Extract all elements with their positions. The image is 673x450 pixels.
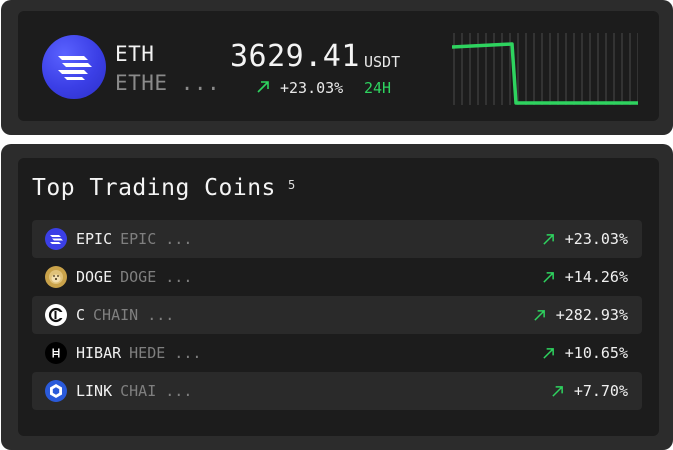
chainlink-icon [45, 380, 67, 402]
epic-stack-icon [42, 35, 106, 99]
trend-up-arrow-icon [552, 385, 563, 397]
coin-name: HEDE ... [129, 344, 202, 362]
featured-coin-unit: USDT [364, 53, 401, 71]
featured-coin-price: 3629.41 [230, 39, 360, 74]
coin-symbol: C [76, 306, 86, 324]
coin-symbol: EPIC [76, 230, 113, 248]
coin-row-hibar[interactable]: HIBAR HEDE ... +10.65% [32, 334, 642, 372]
top-trading-coins-card: Top Trading Coins 5 EPIC EPIC ... +23.03… [1, 144, 673, 450]
coin-change: +23.03% [564, 230, 628, 248]
hedera-icon [45, 342, 67, 364]
list-title: Top Trading Coins [32, 175, 276, 201]
doge-icon [45, 266, 67, 288]
coin-row-epic[interactable]: EPIC EPIC ... +23.03% [32, 220, 642, 258]
trend-up-arrow-icon [543, 233, 554, 245]
list-count-badge: 5 [288, 178, 296, 192]
featured-coin-name: ETHE ... [115, 71, 221, 95]
top-trading-coins-panel: Top Trading Coins 5 EPIC EPIC ... +23.03… [18, 158, 659, 436]
featured-coin-period[interactable]: 24H [364, 79, 391, 97]
coin-list: EPIC EPIC ... +23.03% DOGE DOGE ... +14.… [32, 220, 642, 410]
coin-symbol: LINK [76, 382, 113, 400]
coin-change: +282.93% [555, 306, 628, 324]
coin-name: CHAIN ... [93, 306, 175, 324]
trend-up-arrow-icon [543, 271, 554, 283]
coin-symbol: DOGE [76, 268, 113, 286]
coin-row-chain[interactable]: C CHAIN ... +282.93% [32, 296, 642, 334]
trend-up-arrow-icon [257, 81, 269, 93]
featured-coin-panel: ETH ETHE ... 3629.41 USDT +23.03% 24H [18, 11, 659, 121]
coin-row-doge[interactable]: DOGE DOGE ... +14.26% [32, 258, 642, 296]
featured-coin-card[interactable]: ETH ETHE ... 3629.41 USDT +23.03% 24H [1, 0, 673, 135]
chain-icon [45, 304, 67, 326]
coin-name: EPIC ... [120, 230, 193, 248]
featured-coin-change: +23.03% [280, 79, 344, 97]
coin-symbol: HIBAR [76, 344, 122, 362]
epic-icon [45, 228, 67, 250]
coin-name: DOGE ... [120, 268, 193, 286]
coin-change: +7.70% [573, 382, 628, 400]
trend-up-arrow-icon [534, 309, 545, 321]
coin-change: +10.65% [564, 344, 628, 362]
price-sparkline [452, 33, 638, 105]
trend-up-arrow-icon [543, 347, 554, 359]
coin-change: +14.26% [564, 268, 628, 286]
featured-coin-symbol: ETH [115, 42, 155, 66]
coin-name: CHAI ... [120, 382, 193, 400]
coin-row-link[interactable]: LINK CHAI ... +7.70% [32, 372, 642, 410]
